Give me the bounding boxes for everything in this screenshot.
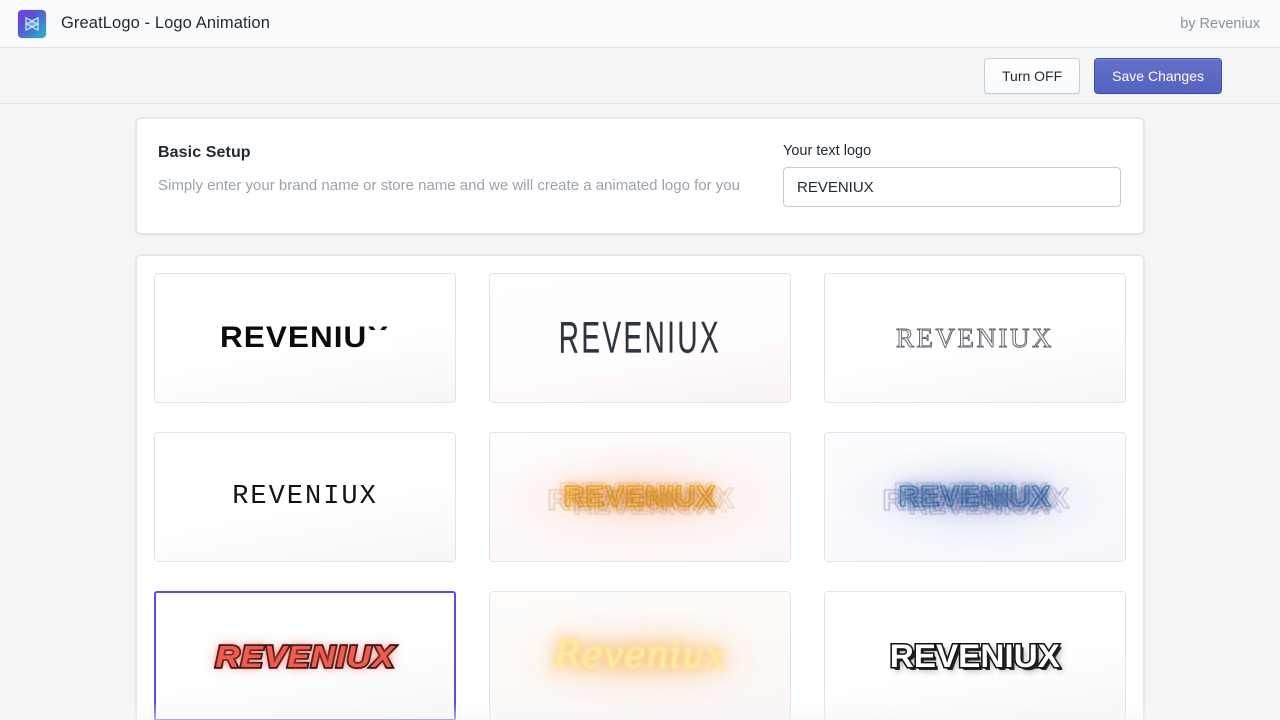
app-header: GreatLogo - Logo Animation by Reveniux xyxy=(0,0,1280,48)
style-preview-text: REVENIUX xyxy=(220,321,390,354)
text-logo-input[interactable] xyxy=(783,167,1121,207)
style-preview-text: REVENIUX xyxy=(896,322,1054,353)
basic-setup-text: Basic Setup Simply enter your brand name… xyxy=(158,143,761,196)
tile-preview: REVENIUX xyxy=(155,481,455,512)
tile-preview: REVENIUX xyxy=(156,638,454,674)
style-option-neon-blue[interactable]: REVENIUX REVENIUX REVENIUX REVENIUX REVE… xyxy=(824,432,1126,562)
logo-style-grid-card: REVENIUX REVENIUX REVENIUX REVENIUX REVE… xyxy=(136,255,1144,720)
tile-preview: REVENIUX xyxy=(825,322,1125,353)
style-option-red-outline[interactable]: REVENIUX xyxy=(154,591,456,720)
style-option-reveal[interactable]: REVENIUX xyxy=(154,273,456,403)
reveal-mask-1 xyxy=(227,305,244,316)
style-option-sketch[interactable]: REVENIUX xyxy=(489,273,791,403)
reveal-mask-2 xyxy=(287,305,317,315)
style-preview-ghost: REVENIUX xyxy=(927,486,1063,519)
tile-preview: REVENIUX xyxy=(155,323,455,353)
basic-setup-heading: Basic Setup xyxy=(158,144,251,161)
tile-preview: REVENIUX REVENIUX REVENIUX REVENIUX REVE… xyxy=(490,478,790,519)
turn-off-button[interactable]: Turn OFF xyxy=(984,57,1081,94)
style-preview-text: REVENIUX xyxy=(888,638,1061,674)
app-byline: by Reveniux xyxy=(1180,15,1260,32)
content-column: Basic Setup Simply enter your brand name… xyxy=(136,104,1144,720)
style-option-serif-outline[interactable]: REVENIUX xyxy=(824,273,1126,403)
basic-setup-card: Basic Setup Simply enter your brand name… xyxy=(136,118,1144,234)
logo-style-grid: REVENIUX REVENIUX REVENIUX REVENIUX REVE… xyxy=(154,273,1126,720)
style-preview-text: REVENIUX xyxy=(213,638,395,674)
reveal-mask-4 xyxy=(367,330,391,352)
tile-preview: Reveniux xyxy=(490,638,790,674)
neon-text-stack: REVENIUX REVENIUX REVENIUX REVENIUX REVE… xyxy=(882,478,1070,519)
content-scroll-area[interactable]: Basic Setup Simply enter your brand name… xyxy=(0,104,1280,720)
style-preview-text: Reveniux xyxy=(553,635,727,676)
text-logo-field-group: Your text logo xyxy=(783,143,1121,207)
tile-preview: REVENIUX xyxy=(490,316,790,361)
style-option-gold-script[interactable]: Reveniux xyxy=(489,591,791,720)
reveal-mask-3 xyxy=(333,305,361,316)
tile-preview: REVENIUX REVENIUX REVENIUX REVENIUX REVE… xyxy=(825,478,1125,519)
app-logo-icon xyxy=(18,9,46,38)
neon-text-stack: REVENIUX REVENIUX REVENIUX REVENIUX REVE… xyxy=(547,478,735,519)
page-title: GreatLogo - Logo Animation xyxy=(61,14,270,32)
style-option-white-3d[interactable]: REVENIUX xyxy=(824,591,1126,720)
action-bar: Turn OFF Save Changes xyxy=(0,48,1280,104)
style-option-neon-orange[interactable]: REVENIUX REVENIUX REVENIUX REVENIUX REVE… xyxy=(489,432,791,562)
text-logo-label: Your text logo xyxy=(783,143,872,159)
tile-preview: REVENIUX xyxy=(825,638,1125,674)
style-preview-text: REVENIUX xyxy=(558,312,722,364)
basic-setup-description: Simply enter your brand name or store na… xyxy=(158,177,740,194)
style-option-mono[interactable]: REVENIUX xyxy=(154,432,456,562)
style-preview-ghost: REVENIUX xyxy=(592,486,728,519)
style-preview-text: REVENIUX xyxy=(232,481,378,512)
save-changes-button[interactable]: Save Changes xyxy=(1094,57,1222,94)
